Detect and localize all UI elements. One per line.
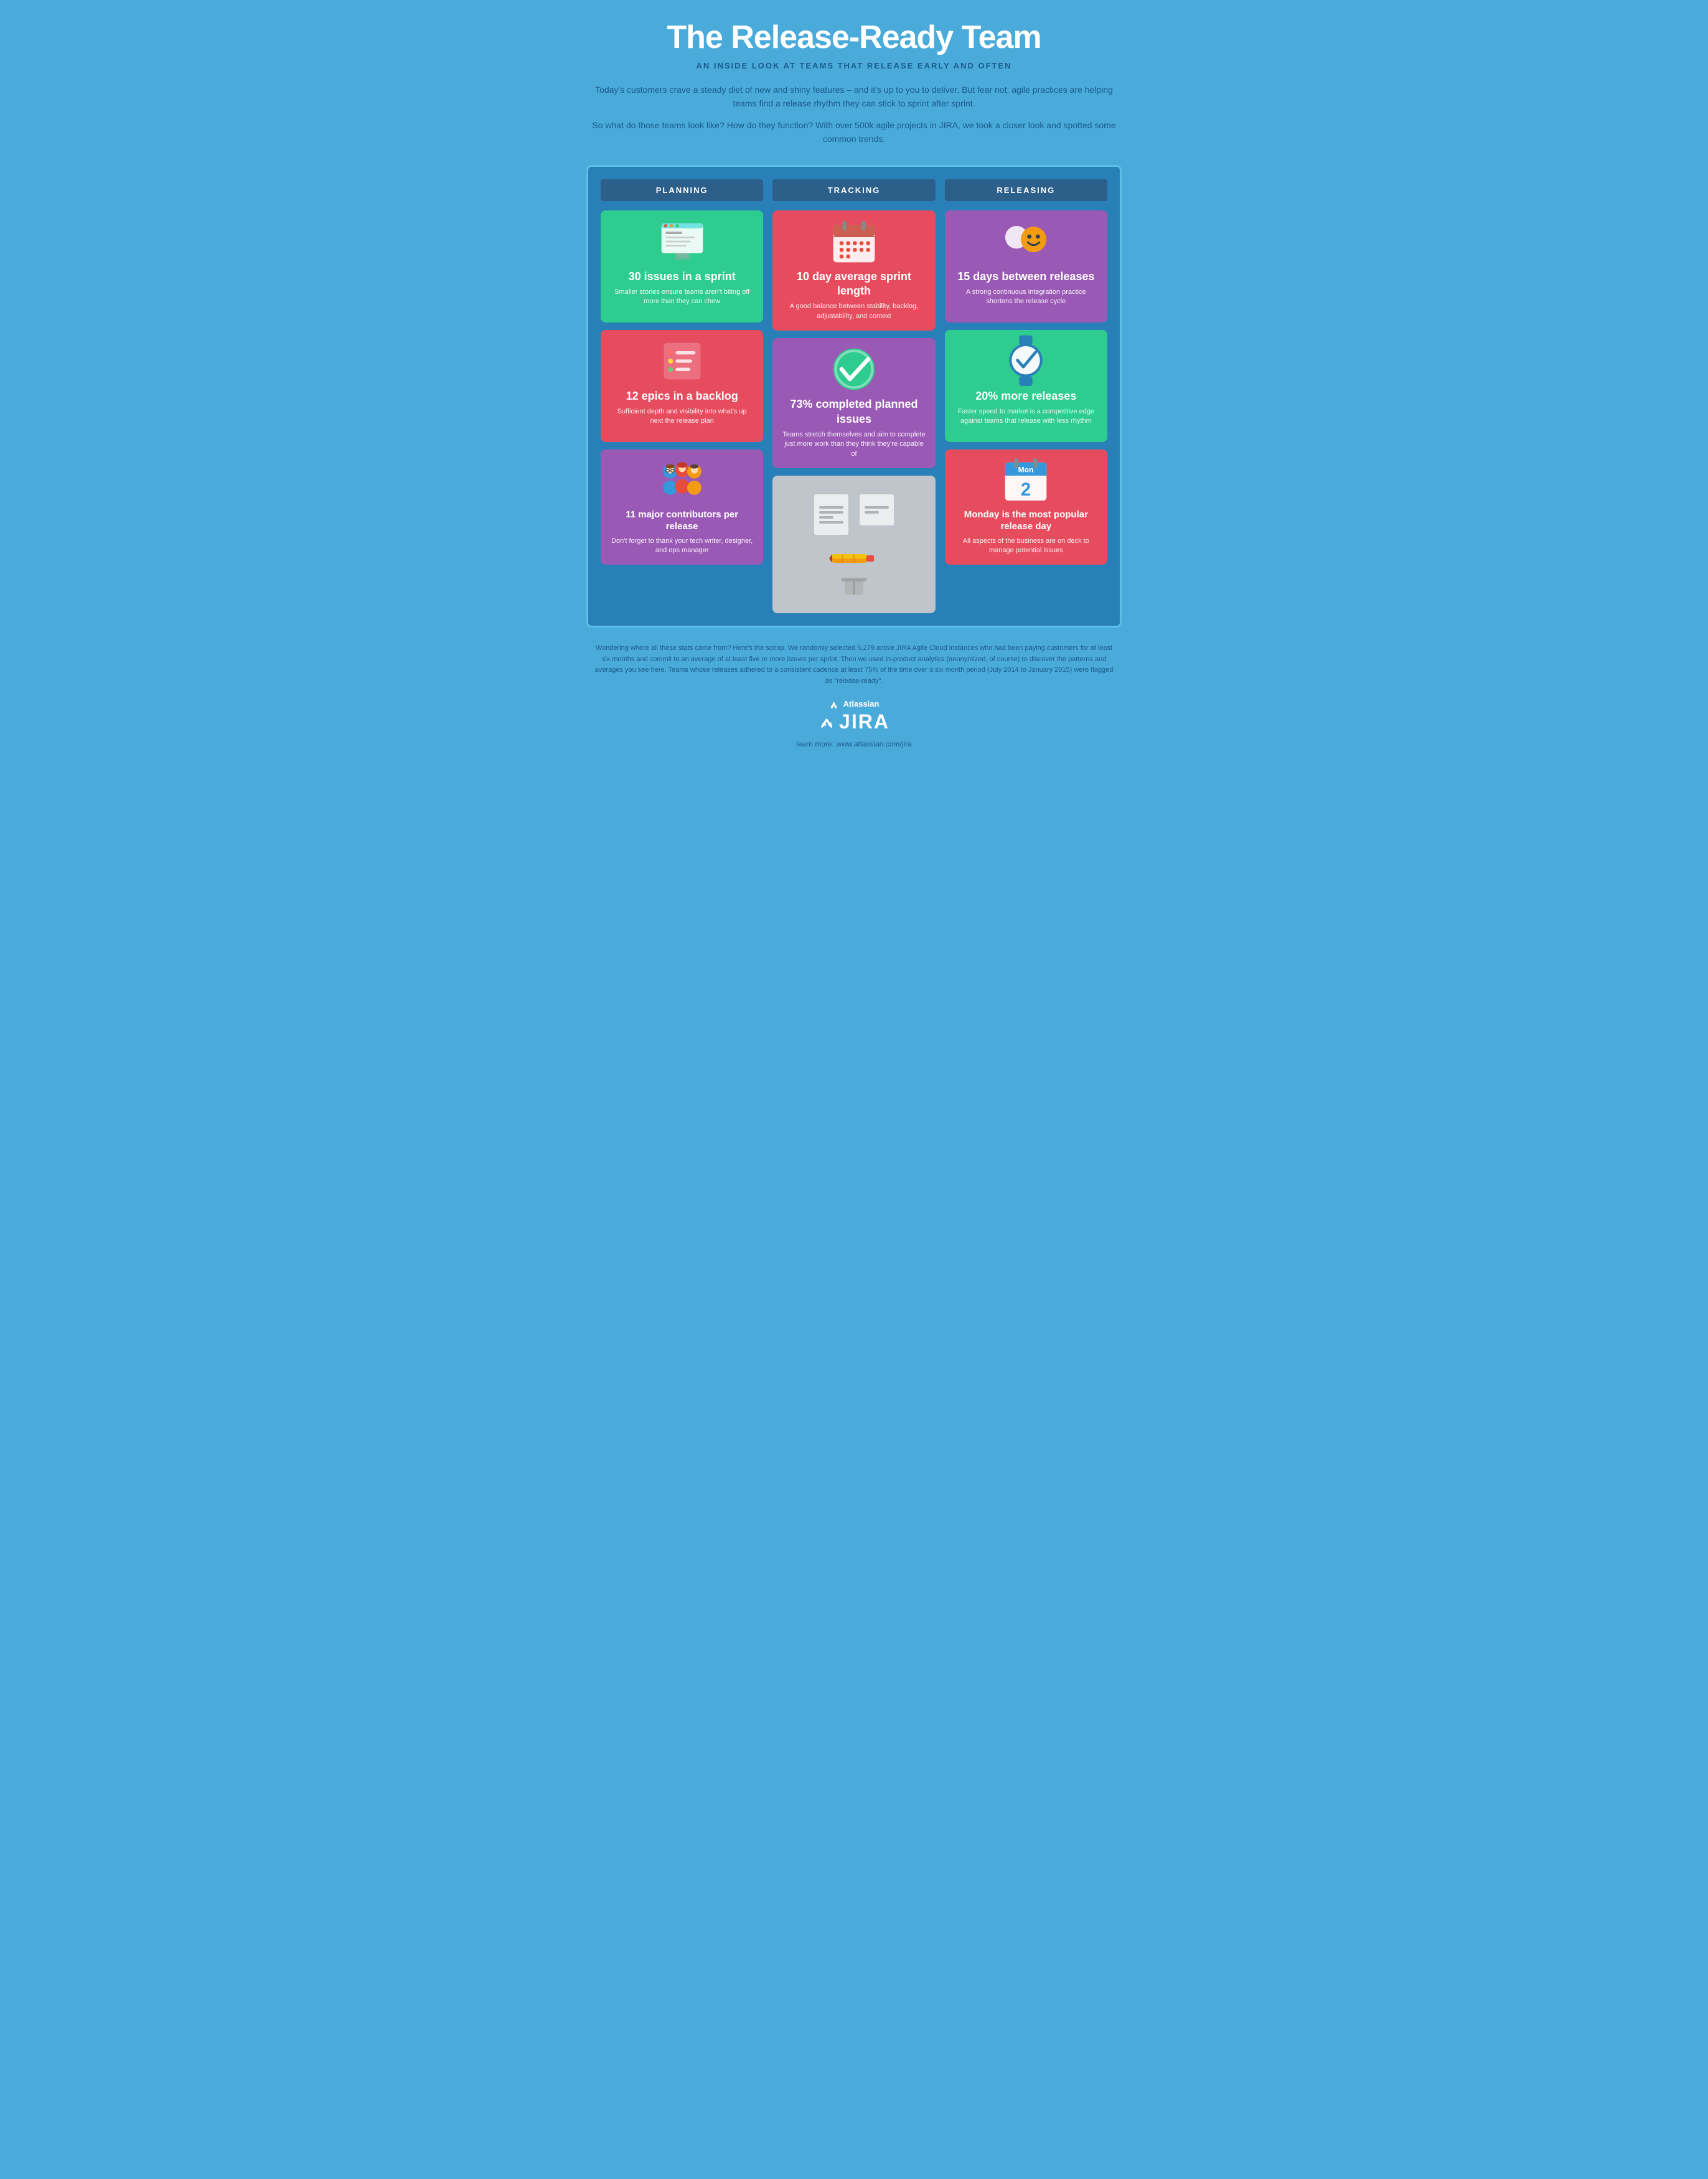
tracking-card-3 [772,476,935,613]
tracking-card-2: 73% completed planned issues Teams stret… [772,338,935,468]
columns-body: 30 issues in a sprint Smaller stories en… [601,210,1107,614]
columns-header: PLANNING TRACKING RELEASING [601,179,1107,201]
tracking-stat-1: 10 day average sprint length [782,270,926,299]
col-header-releasing: RELEASING [945,179,1107,201]
col-header-planning: PLANNING [601,179,763,201]
planning-card-1: 30 issues in a sprint Smaller stories en… [601,210,763,322]
calendar-icon [829,220,879,263]
atlassian-logo: Atlassian JIRA [586,699,1122,733]
calendar-mon-icon: Mon 2 [1001,459,1051,502]
planning-card-3: 11 major contributors per release Don't … [601,449,763,565]
releasing-stat-1: 15 days between releases [957,270,1094,284]
planning-desc-3: Don't forget to thank your tech writer, … [610,537,754,556]
tracking-desc-1: A good balance between stability, backlo… [782,302,926,321]
smiley-icon [1001,220,1051,263]
planning-stat-1: 30 issues in a sprint [629,270,736,284]
planning-stat-2: 12 epics in a backlog [626,389,738,403]
releasing-stat-2: 20% more releases [975,389,1076,403]
planning-stat-3: 11 major contributors per release [610,509,754,533]
releasing-card-1: 15 days between releases A strong contin… [945,210,1107,322]
releasing-stat-3: Monday is the most popular release day [954,509,1098,533]
screen-icon [657,220,707,263]
tracking-stat-2: 73% completed planned issues [782,397,926,426]
list-icon [657,339,707,383]
jira-icon [819,712,836,732]
releasing-desc-1: A strong continuous integration practice… [954,288,1098,307]
footer-disclaimer: Wondering where all these stats came fro… [586,643,1122,687]
svg-text:Mon: Mon [1018,465,1034,474]
main-title: The Release-Ready Team [586,19,1122,56]
svg-text:2: 2 [1021,479,1031,500]
checkmark-icon [829,347,879,391]
tracking-card-1: 10 day average sprint length A good bala… [772,210,935,331]
main-container: PLANNING TRACKING RELEASING [586,165,1122,628]
releasing-card-3: Mon 2 Monday is the most popular release… [945,449,1107,565]
planning-desc-1: Smaller stories ensure teams aren't biti… [610,288,754,307]
tracking-desc-2: Teams stretch themselves and aim to comp… [782,430,926,459]
col-header-tracking: TRACKING [772,179,935,201]
people-icon [657,459,707,502]
planning-column: 30 issues in a sprint Smaller stories en… [601,210,763,614]
intro-text-1: Today's customers crave a steady diet of… [586,83,1122,111]
learn-more-link[interactable]: learn more: www.atlassian.com/jira [586,740,1122,748]
tracking-column: 10 day average sprint length A good bala… [772,210,935,614]
intro-text-2: So what do those teams look like? How do… [586,118,1122,146]
atlassian-brand: Atlassian [586,699,1122,709]
planning-desc-2: Sufficient depth and visibility into wha… [610,407,754,426]
tracking-card-3-content [805,485,903,604]
jira-product-name: JIRA [839,710,889,733]
releasing-card-2: 20% more releases Faster speed to market… [945,330,1107,442]
releasing-desc-2: Faster speed to market is a competitive … [954,407,1098,426]
watch-icon [1001,339,1051,383]
subtitle: AN INSIDE LOOK AT TEAMS THAT RELEASE EAR… [586,61,1122,70]
releasing-column: 15 days between releases A strong contin… [945,210,1107,614]
planning-card-2: 12 epics in a backlog Sufficient depth a… [601,330,763,442]
page-header: The Release-Ready Team AN INSIDE LOOK AT… [586,19,1122,146]
releasing-desc-3: All aspects of the business are on deck … [954,537,1098,556]
